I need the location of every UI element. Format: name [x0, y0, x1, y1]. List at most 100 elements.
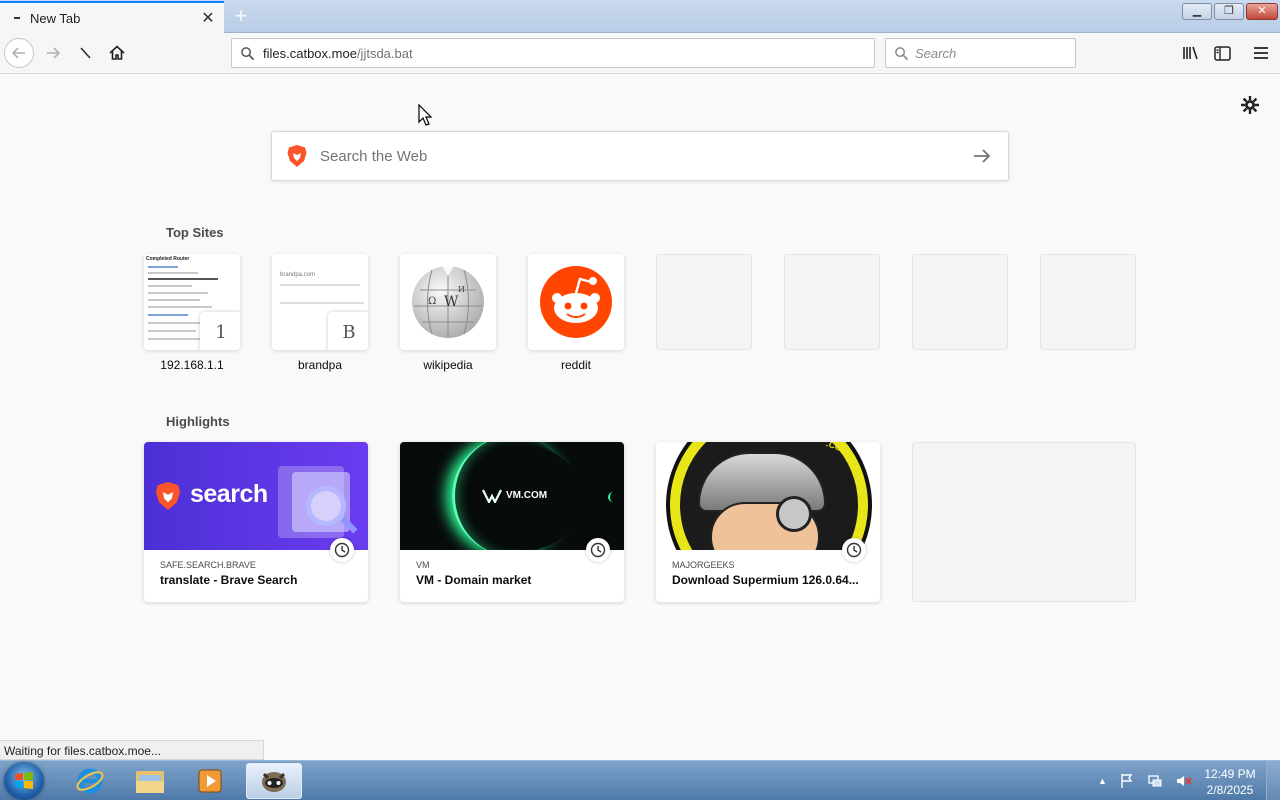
- taskbar-file-explorer[interactable]: [122, 763, 178, 799]
- highlight-card-vm[interactable]: VM.COM VM VM - Domain market: [400, 442, 624, 602]
- site-thumbnail: W Ω И: [400, 254, 496, 350]
- svg-text:Ω: Ω: [428, 296, 436, 307]
- site-thumbnail: [528, 254, 624, 350]
- network-icon[interactable]: [1147, 773, 1163, 789]
- top-site-empty-slot: [784, 254, 880, 350]
- top-site-brandpa[interactable]: brandpa.com B brandpa: [272, 254, 368, 372]
- site-label: wikipedia: [423, 358, 473, 372]
- arrow-right-icon[interactable]: [970, 144, 994, 168]
- highlight-empty-slot: [912, 442, 1136, 602]
- web-search-box[interactable]: Search the Web: [271, 131, 1009, 181]
- home-button[interactable]: [102, 38, 132, 68]
- top-site-wikipedia[interactable]: W Ω И wikipedia: [400, 254, 496, 372]
- site-label: reddit: [560, 358, 592, 372]
- show-desktop-button[interactable]: [1266, 761, 1280, 800]
- tab-strip: New Tab ✕ + ▁ ❐ ✕: [0, 0, 1280, 33]
- home-icon: [109, 45, 125, 60]
- card-image: .COM: [656, 442, 880, 550]
- site-letter-badge: B: [328, 312, 368, 350]
- svg-text:W: W: [444, 294, 459, 310]
- top-site-empty-slot: [1040, 254, 1136, 350]
- back-arrow-icon: [11, 47, 25, 59]
- highlight-card-brave[interactable]: search SAFE.SEARCH.BRAVE translate - Bra…: [144, 442, 368, 602]
- card-host: VM: [416, 560, 430, 570]
- svg-text:И: И: [458, 285, 465, 294]
- top-site-empty-slot: [912, 254, 1008, 350]
- highlights-heading: Highlights: [166, 414, 230, 429]
- taskbar-browser[interactable]: [246, 763, 302, 799]
- restore-icon: ❐: [1224, 5, 1234, 17]
- screenshot-heading: Completed Router: [146, 256, 190, 262]
- taskbar: ▲ 12:49 PM 2/8/2025: [0, 760, 1280, 800]
- search-placeholder: Search: [915, 45, 957, 61]
- navigation-toolbar: files.catbox.moe/jjtsda.bat Search: [0, 33, 1280, 74]
- tray-expand-icon[interactable]: ▲: [1098, 776, 1107, 786]
- brave-logo-icon: [287, 145, 307, 167]
- card-title: Download Supermium 126.0.64...: [672, 573, 859, 587]
- taskbar-internet-explorer[interactable]: [62, 763, 118, 799]
- card-title: translate - Brave Search: [160, 573, 298, 587]
- new-tab-button[interactable]: +: [228, 4, 254, 28]
- tab-new-tab[interactable]: New Tab ✕: [0, 1, 224, 33]
- url-path: /jjtsda.bat: [356, 45, 413, 61]
- stop-icon: [80, 47, 91, 59]
- close-window-button[interactable]: ✕: [1246, 3, 1278, 20]
- search-icon: [241, 46, 255, 60]
- card-title: VM - Domain market: [416, 573, 532, 587]
- minimize-icon: ▁: [1192, 5, 1202, 17]
- search-bar[interactable]: Search: [885, 38, 1076, 68]
- menu-button[interactable]: [1246, 38, 1276, 68]
- web-search-placeholder: Search the Web: [320, 147, 428, 165]
- clock-date: 2/8/2025: [1206, 783, 1254, 797]
- action-center-flag-icon[interactable]: [1119, 773, 1135, 789]
- restore-button[interactable]: ❐: [1214, 3, 1244, 20]
- mouse-cursor-icon: [418, 104, 432, 126]
- top-site-router[interactable]: Completed Router 1 192.168.1.1: [144, 254, 240, 372]
- card-image-text: VM.COM: [506, 490, 548, 501]
- minimize-button[interactable]: ▁: [1182, 3, 1212, 20]
- url-bar[interactable]: files.catbox.moe/jjtsda.bat: [231, 38, 875, 68]
- volume-muted-icon[interactable]: [1175, 773, 1193, 789]
- site-thumbnail: Completed Router 1: [144, 254, 240, 350]
- internet-explorer-icon: [76, 768, 104, 794]
- url-text: files.catbox.moe/jjtsda.bat: [263, 46, 413, 61]
- raccoon-browser-icon: [262, 772, 286, 792]
- system-tray: ▲: [1098, 765, 1198, 797]
- site-letter-badge: 1: [200, 312, 240, 350]
- tab-loading-icon: [14, 17, 20, 19]
- customize-gear-button[interactable]: [1239, 94, 1261, 116]
- gear-icon: [1241, 96, 1259, 114]
- top-site-reddit[interactable]: reddit: [528, 254, 624, 372]
- top-sites-heading: Top Sites: [166, 225, 224, 240]
- url-host: files.catbox.moe: [263, 45, 357, 61]
- close-tab-button[interactable]: ✕: [198, 8, 218, 28]
- clock-icon: [586, 538, 610, 562]
- folder-icon: [136, 771, 164, 793]
- site-label: 192.168.1.1: [160, 358, 224, 372]
- windows-logo-icon: [15, 772, 33, 789]
- library-icon: [1183, 46, 1198, 60]
- empty-tile: [912, 254, 1008, 350]
- reddit-logo-icon: [540, 266, 612, 338]
- start-button[interactable]: [4, 762, 44, 800]
- card-image: VM.COM: [400, 442, 624, 550]
- taskbar-media-player[interactable]: [182, 763, 238, 799]
- taskbar-clock[interactable]: 12:49 PM 2/8/2025: [1200, 766, 1260, 798]
- close-icon: ✕: [1257, 5, 1267, 17]
- clock-time: 12:49 PM: [1204, 767, 1256, 781]
- top-site-empty-slot: [656, 254, 752, 350]
- forward-button[interactable]: [38, 38, 68, 68]
- stop-button[interactable]: [70, 38, 100, 68]
- card-host: MAJORGEEKS: [672, 560, 735, 570]
- search-icon: [895, 46, 909, 60]
- sidebar-button[interactable]: [1207, 38, 1237, 68]
- status-bar: Waiting for files.catbox.moe...: [0, 740, 264, 760]
- vm-logo-icon: [482, 489, 502, 503]
- hamburger-menu-icon: [1254, 47, 1268, 59]
- library-button[interactable]: [1176, 38, 1206, 68]
- clock-icon: [842, 538, 866, 562]
- highlight-card-majorgeeks[interactable]: .COM MAJORGEEKS Download Supermium 126.0…: [656, 442, 880, 602]
- empty-tile: [784, 254, 880, 350]
- tab-title: New Tab: [30, 10, 81, 26]
- back-button[interactable]: [4, 38, 34, 68]
